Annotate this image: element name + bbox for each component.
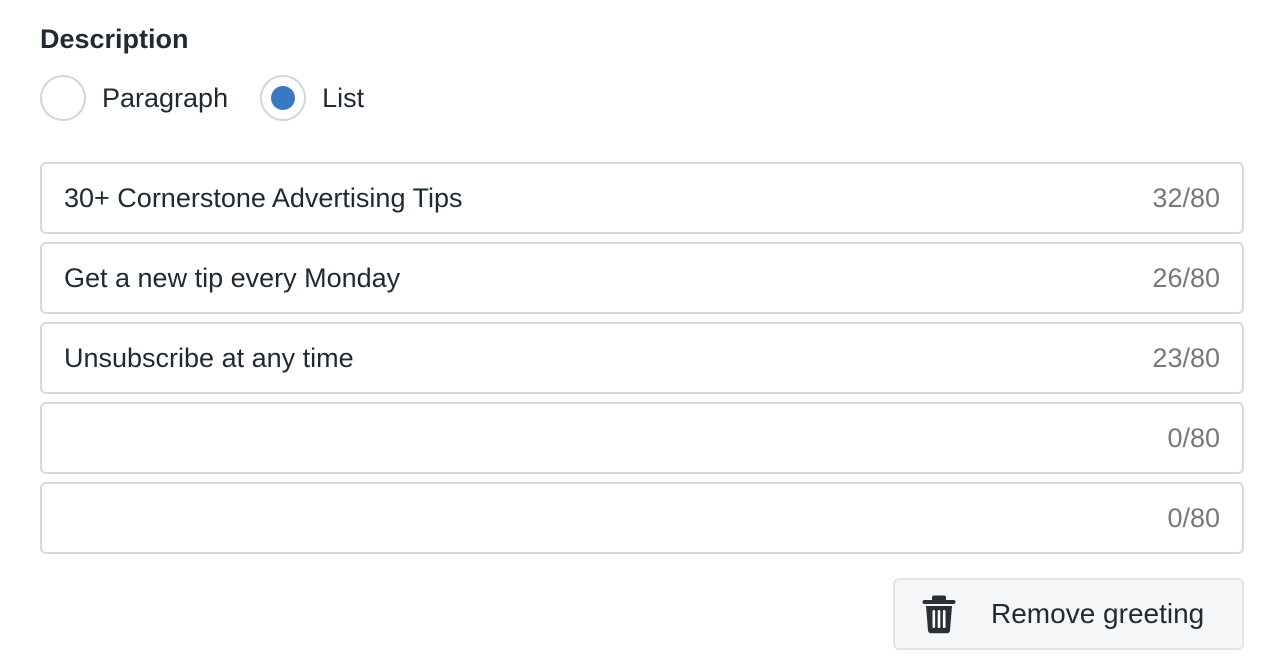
list-item-input-5[interactable]: 0/80 — [40, 482, 1244, 554]
list-item-input-2[interactable]: Get a new tip every Monday 26/80 — [40, 242, 1244, 314]
list-items-container: 30+ Cornerstone Advertising Tips 32/80 G… — [40, 162, 1244, 562]
character-counter: 23/80 — [1152, 342, 1220, 373]
list-item-text[interactable]: Unsubscribe at any time — [64, 343, 1152, 374]
character-counter: 26/80 — [1152, 262, 1220, 293]
description-heading: Description — [40, 24, 189, 54]
radio-label-list: List — [322, 82, 365, 113]
description-mode-radio-group: Paragraph List — [40, 75, 364, 121]
radio-option-paragraph[interactable]: Paragraph — [40, 75, 228, 121]
list-item-text[interactable]: Get a new tip every Monday — [64, 263, 1152, 294]
list-item-input-3[interactable]: Unsubscribe at any time 23/80 — [40, 322, 1244, 394]
list-item-input-4[interactable]: 0/80 — [40, 402, 1244, 474]
character-counter: 0/80 — [1167, 502, 1220, 533]
radio-button-paragraph[interactable] — [40, 75, 86, 121]
radio-button-list[interactable] — [260, 75, 307, 121]
remove-greeting-button[interactable]: Remove greeting — [893, 578, 1244, 650]
remove-greeting-label: Remove greeting — [991, 598, 1205, 629]
character-counter: 0/80 — [1167, 422, 1220, 453]
trash-icon — [921, 594, 957, 634]
list-item-input-1[interactable]: 30+ Cornerstone Advertising Tips 32/80 — [40, 162, 1244, 234]
list-item-text[interactable]: 30+ Cornerstone Advertising Tips — [64, 183, 1152, 214]
radio-selected-dot — [271, 86, 296, 110]
radio-label-paragraph: Paragraph — [102, 82, 229, 113]
character-counter: 32/80 — [1152, 182, 1220, 213]
radio-option-list[interactable]: List — [260, 75, 364, 121]
